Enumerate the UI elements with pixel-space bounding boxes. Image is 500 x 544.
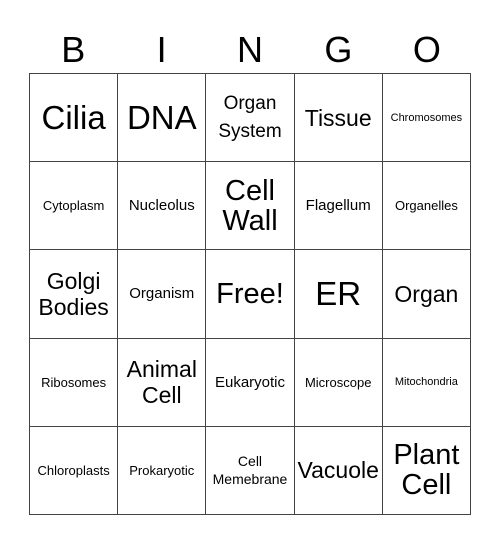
bingo-cell[interactable]: Vacuole: [294, 426, 383, 515]
bingo-cell[interactable]: Organ: [382, 250, 471, 339]
bingo-cell[interactable]: Plant Cell: [382, 426, 471, 515]
bingo-cell[interactable]: Microscope: [294, 338, 383, 427]
bingo-cell[interactable]: ER: [294, 250, 383, 339]
bingo-cell[interactable]: Tissue: [294, 74, 383, 163]
bingo-cell[interactable]: Nucleolus: [118, 162, 207, 251]
bingo-cell[interactable]: Eukaryotic: [206, 338, 295, 427]
bingo-cell[interactable]: Cytoplasm: [30, 162, 119, 251]
bingo-cell[interactable]: Golgi Bodies: [30, 250, 119, 339]
bingo-cell[interactable]: Cell Wall: [206, 162, 295, 251]
bingo-cell[interactable]: Organelles: [382, 162, 471, 251]
bingo-cell[interactable]: Prokaryotic: [118, 426, 207, 515]
header-letter-g: G: [324, 29, 353, 70]
header-letter-b: B: [61, 29, 86, 70]
bingo-cell[interactable]: Cell Memebrane: [206, 426, 295, 515]
bingo-cell[interactable]: DNA: [118, 74, 207, 163]
bingo-cell[interactable]: Cilia: [30, 74, 119, 163]
header-letter-i: I: [156, 29, 167, 70]
free-space-cell[interactable]: Free!: [206, 250, 295, 339]
bingo-cell[interactable]: Organism: [118, 250, 207, 339]
header-letter-n: N: [237, 29, 264, 70]
bingo-header: B I N G O: [29, 28, 471, 72]
header-letter-o: O: [412, 29, 441, 70]
bingo-cell[interactable]: Flagellum: [294, 162, 383, 251]
bingo-cell[interactable]: Chromosomes: [382, 74, 471, 163]
bingo-cell[interactable]: Chloroplasts: [30, 426, 119, 515]
bingo-cell[interactable]: Ribosomes: [30, 338, 119, 427]
bingo-card: Cilia DNA Organ System Tissue Chromosome…: [29, 73, 471, 515]
bingo-cell[interactable]: Organ System: [206, 74, 295, 163]
bingo-cell[interactable]: Mitochondria: [382, 338, 471, 427]
bingo-cell[interactable]: Animal Cell: [118, 338, 207, 427]
